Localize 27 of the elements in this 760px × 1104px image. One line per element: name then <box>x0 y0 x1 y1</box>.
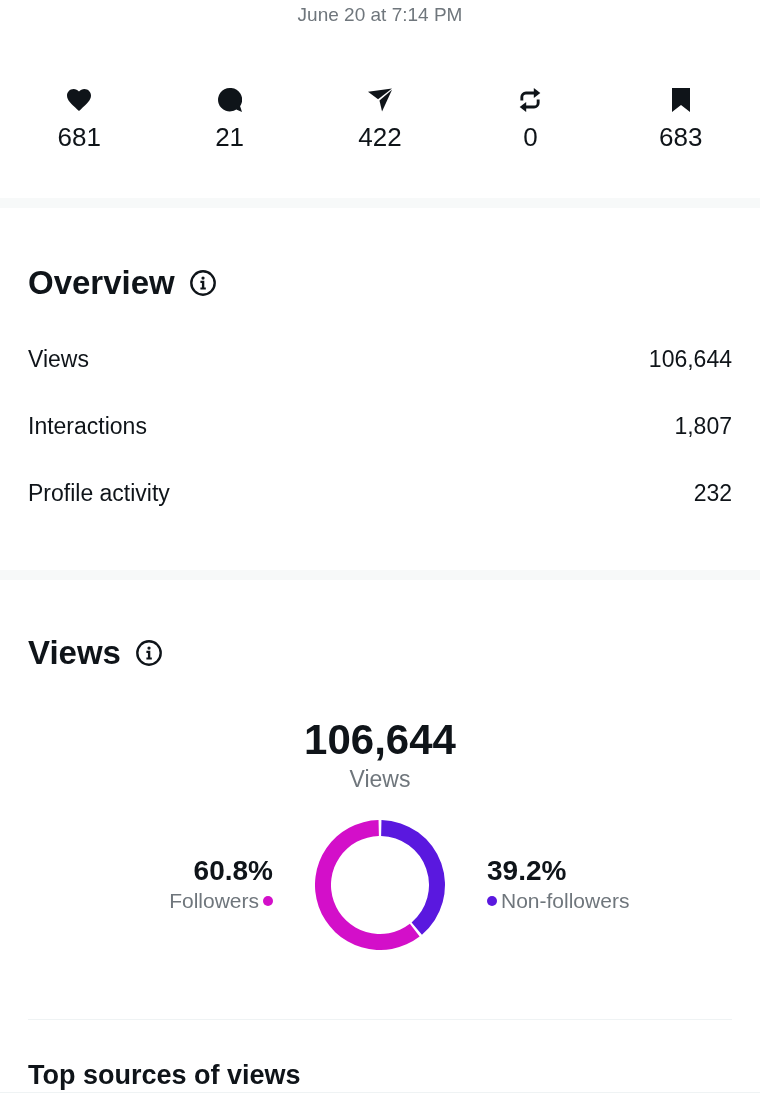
legend-percent: 39.2% <box>487 856 567 886</box>
metric-value: 106,644 <box>648 346 732 373</box>
total-views: 106,644 <box>304 716 456 764</box>
post-timestamp: June 20 at 7:14 PM <box>297 3 463 27</box>
info-icon[interactable] <box>135 640 162 666</box>
section-title: Overview <box>28 263 175 303</box>
metric-label: Interactions <box>28 413 147 440</box>
legend-label: Non-followers <box>501 888 630 914</box>
stat-count: 21 <box>215 122 245 152</box>
speech-bubble-icon <box>217 88 242 112</box>
stat-count: 683 <box>659 122 703 152</box>
section-title: Views <box>28 633 121 673</box>
stat-count: 0 <box>523 122 538 152</box>
heart-icon <box>67 88 92 112</box>
repeat-arrows-icon <box>518 88 543 112</box>
stat-count: 422 <box>358 122 402 152</box>
metric-value: 1,807 <box>674 413 732 440</box>
legend-label: Followers <box>169 888 259 914</box>
metric-value: 232 <box>693 480 732 507</box>
metric-label: Views <box>28 346 89 373</box>
total-label: Views <box>349 766 411 792</box>
stat-count: 681 <box>57 122 101 152</box>
metric-label: Profile activity <box>28 480 170 507</box>
paper-plane-icon <box>368 88 392 112</box>
legend-percent: 60.8% <box>193 856 273 886</box>
section-title: Top sources of views <box>28 1059 301 1092</box>
info-icon[interactable] <box>189 270 216 296</box>
